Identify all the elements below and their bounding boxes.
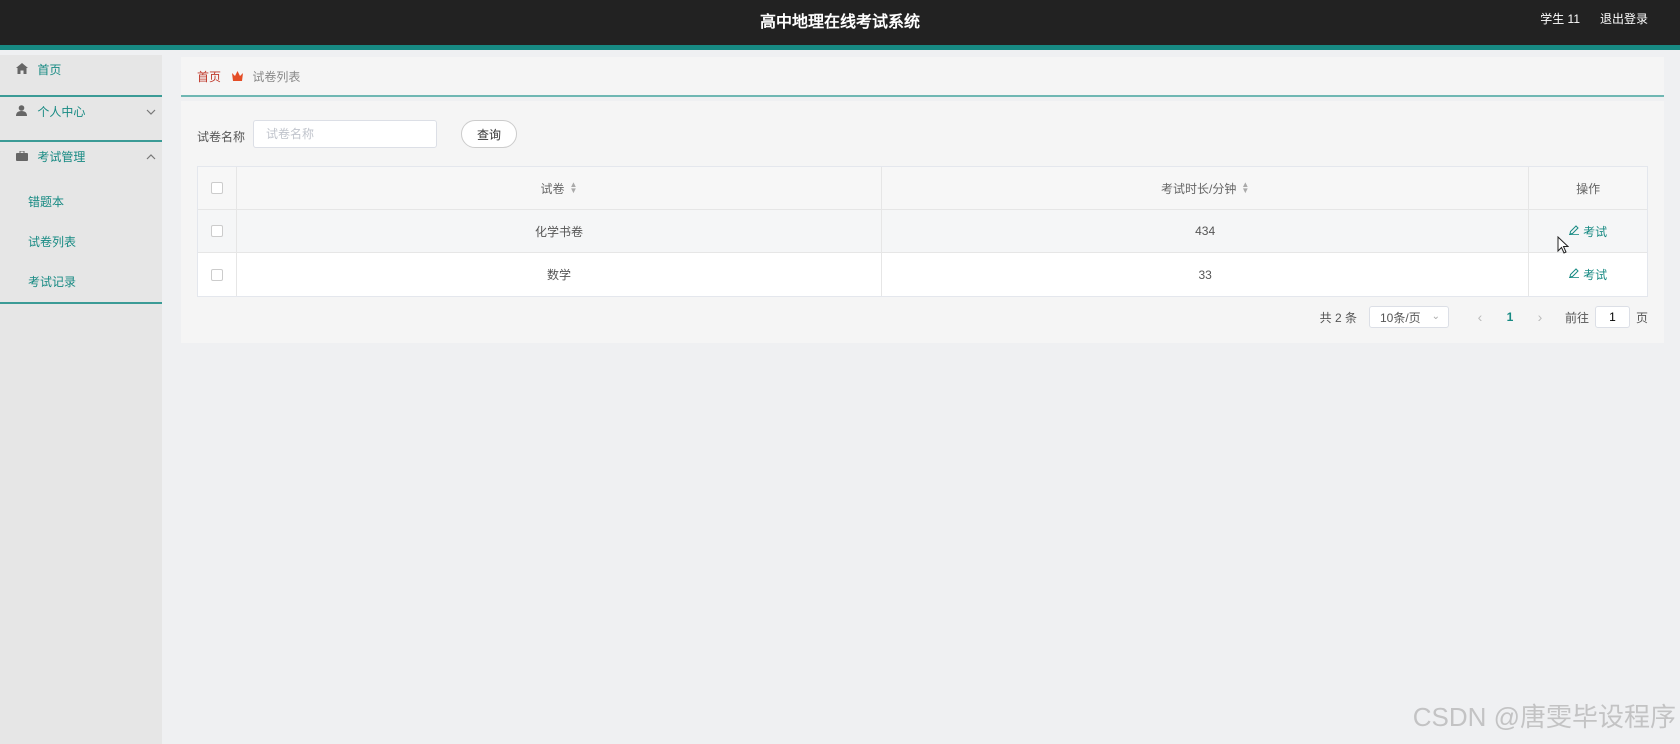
total-count: 共 2 条 bbox=[1319, 310, 1357, 325]
user-icon bbox=[16, 97, 30, 127]
search-label: 试卷名称 bbox=[197, 130, 246, 144]
table-row: 化学书卷 434 考试 bbox=[198, 210, 1647, 253]
main-panel: 试卷名称 查询 试卷 ▲▼ 考试时长/分钟 ▲▼ 操作 化学书卷 434 bbox=[181, 101, 1664, 343]
paper-table: 试卷 ▲ ▼ 考试时长/分钟 ▲ ▼ 操作 化学书卷 434 考试 数学 33 … bbox=[197, 166, 1648, 297]
search-button[interactable]: 查询 bbox=[461, 120, 517, 148]
sidebar-item-home[interactable]: 首页 bbox=[0, 55, 162, 97]
goto-label: 前往 bbox=[1564, 310, 1589, 325]
column-header-paper[interactable]: 试卷 ▲ ▼ bbox=[237, 167, 883, 209]
take-exam-button[interactable]: 考试 bbox=[1569, 223, 1607, 240]
page-suffix: 页 bbox=[1635, 310, 1648, 325]
sort-icon[interactable]: ▲ ▼ bbox=[1241, 181, 1249, 195]
top-header: 高中地理在线考试系统 学生 11 退出登录 bbox=[0, 0, 1680, 50]
breadcrumb-home[interactable]: 首页 bbox=[197, 70, 221, 84]
row-checkbox[interactable] bbox=[210, 225, 223, 237]
chevron-up-icon bbox=[146, 142, 156, 172]
home-icon bbox=[16, 55, 30, 85]
sidebar-item-personal-center[interactable]: 个人中心 bbox=[0, 97, 162, 142]
watermark: CSDN @唐雯毕设程序 bbox=[1412, 702, 1676, 732]
sidebar-item-paper-list[interactable]: 试卷列表 bbox=[0, 222, 162, 262]
edit-icon bbox=[1569, 224, 1580, 238]
sidebar-item-exam-records[interactable]: 考试记录 bbox=[0, 262, 162, 302]
next-page-button[interactable]: › bbox=[1525, 309, 1555, 325]
cell-duration: 33 bbox=[882, 253, 1530, 296]
page-number[interactable]: 1 bbox=[1495, 310, 1525, 324]
cell-paper-name: 化学书卷 bbox=[237, 210, 883, 252]
table-row: 数学 33 考试 bbox=[198, 253, 1647, 296]
chevron-down-icon: ⌄ bbox=[1431, 311, 1440, 322]
page-size-select[interactable]: 10条/页 ⌄ bbox=[1368, 306, 1449, 328]
take-exam-button[interactable]: 考试 bbox=[1569, 266, 1607, 283]
app-title: 高中地理在线考试系统 bbox=[759, 14, 920, 31]
cell-duration: 434 bbox=[882, 210, 1530, 252]
sidebar-item-exam-management[interactable]: 考试管理 bbox=[0, 142, 162, 182]
column-header-duration[interactable]: 考试时长/分钟 ▲ ▼ bbox=[882, 167, 1530, 209]
select-all-checkbox[interactable] bbox=[210, 182, 223, 194]
prev-page-button[interactable]: ‹ bbox=[1465, 309, 1495, 325]
sidebar-item-label: 个人中心 bbox=[37, 105, 86, 119]
mouse-cursor-icon bbox=[1557, 235, 1570, 254]
breadcrumb: 首页 试卷列表 bbox=[181, 57, 1664, 97]
search-input[interactable] bbox=[253, 120, 437, 148]
cell-paper-name: 数学 bbox=[237, 253, 883, 296]
row-checkbox[interactable] bbox=[210, 268, 223, 281]
pagination: 共 2 条 10条/页 ⌄ ‹ 1 › 前往 页 bbox=[1320, 305, 1648, 329]
chevron-down-icon bbox=[146, 97, 156, 127]
goto-page-input[interactable] bbox=[1594, 306, 1630, 328]
current-user: 学生 11 bbox=[1540, 12, 1580, 26]
edit-icon bbox=[1569, 268, 1580, 281]
sidebar-item-label: 首页 bbox=[37, 63, 62, 77]
table-header: 试卷 ▲ ▼ 考试时长/分钟 ▲ ▼ 操作 bbox=[198, 167, 1647, 210]
sidebar: 首页 个人中心 考试管理 错题本 试卷列表 考试记录 bbox=[0, 55, 162, 744]
briefcase-icon bbox=[16, 142, 30, 172]
sidebar-item-wrong-questions[interactable]: 错题本 bbox=[0, 182, 162, 222]
logout-button[interactable]: 退出登录 bbox=[1600, 10, 1648, 27]
sidebar-item-label: 考试管理 bbox=[37, 150, 86, 164]
column-header-actions: 操作 bbox=[1576, 181, 1601, 196]
breadcrumb-current: 试卷列表 bbox=[252, 70, 301, 84]
sort-icon[interactable]: ▲ ▼ bbox=[570, 181, 578, 195]
exam-submenu: 错题本 试卷列表 考试记录 bbox=[0, 182, 162, 304]
crown-icon bbox=[232, 71, 246, 84]
